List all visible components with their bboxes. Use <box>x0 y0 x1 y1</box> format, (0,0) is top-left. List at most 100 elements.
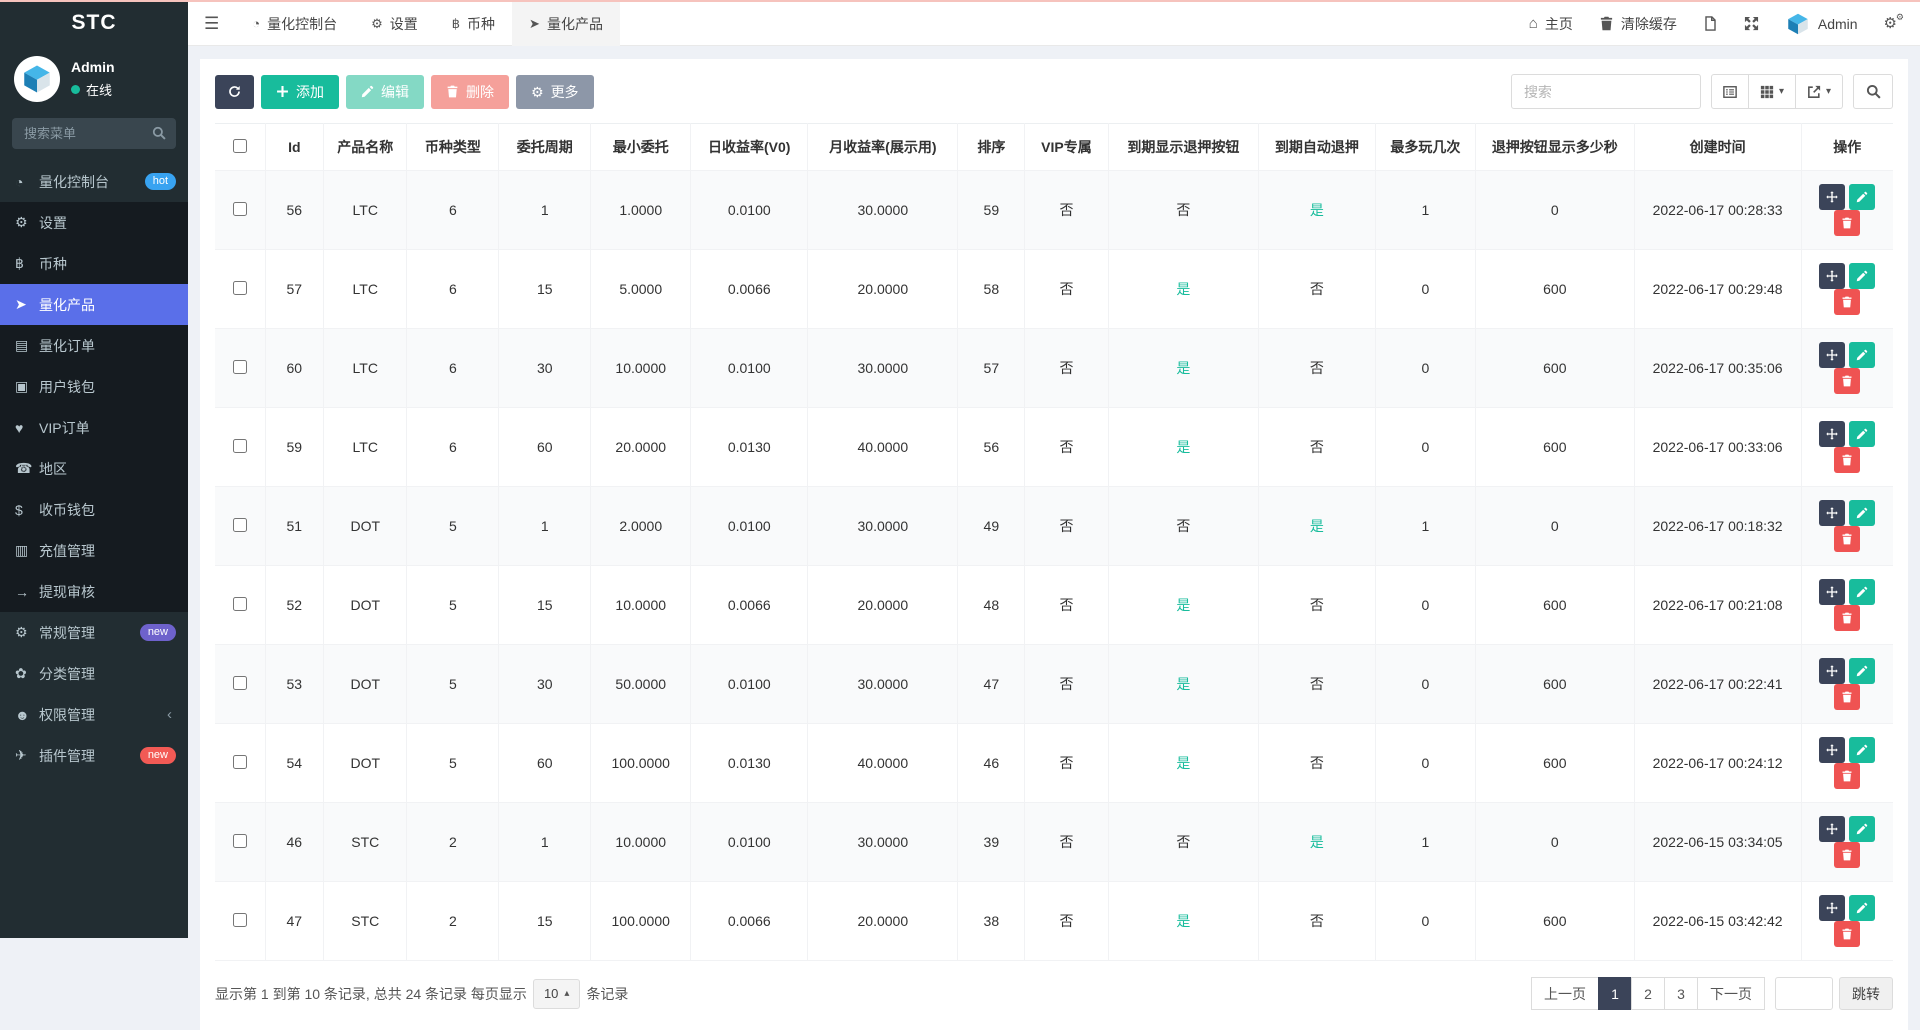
sidebar-item-设置[interactable]: ⚙设置 <box>0 202 188 243</box>
sidebar-item-充值管理[interactable]: ▥充值管理 <box>0 530 188 571</box>
jump-page-input[interactable] <box>1775 977 1833 1010</box>
page-button-3[interactable]: 3 <box>1664 977 1698 1010</box>
row-delete-button[interactable] <box>1834 526 1860 552</box>
sidebar-item-收币钱包[interactable]: $收币钱包 <box>0 489 188 530</box>
row-delete-button[interactable] <box>1834 368 1860 394</box>
toggle-auto_refund[interactable]: 是 <box>1310 202 1324 218</box>
next-page-button[interactable]: 下一页 <box>1697 977 1765 1010</box>
edit-button[interactable]: 编辑 <box>346 75 424 109</box>
tab-币种[interactable]: ฿币种 <box>435 2 512 46</box>
toggle-vip[interactable]: 否 <box>1059 281 1073 297</box>
export-button[interactable]: ▾ <box>1796 74 1843 109</box>
avatar[interactable] <box>14 56 60 102</box>
sidebar-item-常规管理[interactable]: ⚙常规管理new <box>0 612 188 653</box>
column-header-VIP专属[interactable]: VIP专属 <box>1025 124 1108 171</box>
brand-logo[interactable]: STC <box>0 0 188 46</box>
toggle-show_refund_btn[interactable]: 否 <box>1176 518 1190 534</box>
table-search-input[interactable] <box>1511 74 1701 109</box>
docs-button[interactable] <box>1690 2 1731 46</box>
sidebar-item-量化订单[interactable]: ▤量化订单 <box>0 325 188 366</box>
home-link[interactable]: ⌂ 主页 <box>1516 2 1586 46</box>
sidebar-item-用户钱包[interactable]: ▣用户钱包 <box>0 366 188 407</box>
toggle-view-button[interactable] <box>1711 74 1749 109</box>
sidebar-item-量化控制台[interactable]: ◔量化控制台hot <box>0 161 188 202</box>
row-checkbox[interactable] <box>233 360 247 374</box>
toggle-vip[interactable]: 否 <box>1059 834 1073 850</box>
row-checkbox[interactable] <box>233 913 247 927</box>
clear-cache-link[interactable]: 清除缓存 <box>1586 2 1690 46</box>
toggle-auto_refund[interactable]: 否 <box>1310 281 1324 297</box>
row-delete-button[interactable] <box>1834 763 1860 789</box>
drag-move-button[interactable] <box>1819 263 1845 289</box>
toggle-auto_refund[interactable]: 是 <box>1310 518 1324 534</box>
row-edit-button[interactable] <box>1849 421 1875 447</box>
page-size-dropdown[interactable]: 10 ▴ <box>533 979 581 1009</box>
row-edit-button[interactable] <box>1849 263 1875 289</box>
more-button[interactable]: ⚙ 更多 <box>516 75 594 109</box>
column-header-日收益率(V0)[interactable]: 日收益率(V0) <box>691 124 808 171</box>
select-all-checkbox[interactable] <box>233 139 247 153</box>
fullscreen-button[interactable] <box>1731 2 1772 46</box>
toggle-auto_refund[interactable]: 否 <box>1310 755 1324 771</box>
drag-move-button[interactable] <box>1819 816 1845 842</box>
toggle-auto_refund[interactable]: 否 <box>1310 439 1324 455</box>
column-header-最小委托[interactable]: 最小委托 <box>591 124 691 171</box>
sidebar-item-量化产品[interactable]: ➤量化产品 <box>0 284 188 325</box>
page-button-2[interactable]: 2 <box>1631 977 1665 1010</box>
toggle-show_refund_btn[interactable]: 是 <box>1176 439 1190 455</box>
toggle-auto_refund[interactable]: 否 <box>1310 913 1324 929</box>
toggle-show_refund_btn[interactable]: 是 <box>1176 281 1190 297</box>
row-checkbox[interactable] <box>233 439 247 453</box>
row-checkbox[interactable] <box>233 834 247 848</box>
row-delete-button[interactable] <box>1834 447 1860 473</box>
sidebar-item-权限管理[interactable]: ☻权限管理‹ <box>0 694 188 735</box>
column-header-产品名称[interactable]: 产品名称 <box>324 124 407 171</box>
page-button-1[interactable]: 1 <box>1598 977 1632 1010</box>
drag-move-button[interactable] <box>1819 421 1845 447</box>
drag-move-button[interactable] <box>1819 579 1845 605</box>
column-header-月收益率(展示用)[interactable]: 月收益率(展示用) <box>808 124 958 171</box>
column-header-到期显示退押按钮[interactable]: 到期显示退押按钮 <box>1108 124 1258 171</box>
drag-move-button[interactable] <box>1819 737 1845 763</box>
row-delete-button[interactable] <box>1834 684 1860 710</box>
columns-button[interactable]: ▾ <box>1749 74 1796 109</box>
tab-量化控制台[interactable]: ◔量化控制台 <box>235 2 354 46</box>
prev-page-button[interactable]: 上一页 <box>1531 977 1599 1010</box>
drag-move-button[interactable] <box>1819 184 1845 210</box>
toggle-vip[interactable]: 否 <box>1059 202 1073 218</box>
tab-量化产品[interactable]: ➤量化产品 <box>512 2 620 46</box>
toggle-vip[interactable]: 否 <box>1059 676 1073 692</box>
toggle-show_refund_btn[interactable]: 是 <box>1176 360 1190 376</box>
toggle-show_refund_btn[interactable]: 是 <box>1176 597 1190 613</box>
toggle-auto_refund[interactable]: 否 <box>1310 597 1324 613</box>
settings-gears-button[interactable]: ⚙ ⚙ <box>1871 2 1910 46</box>
drag-move-button[interactable] <box>1819 895 1845 921</box>
row-delete-button[interactable] <box>1834 842 1860 868</box>
row-delete-button[interactable] <box>1834 289 1860 315</box>
row-edit-button[interactable] <box>1849 737 1875 763</box>
row-edit-button[interactable] <box>1849 579 1875 605</box>
sidebar-item-分类管理[interactable]: ✿分类管理 <box>0 653 188 694</box>
sidebar-item-地区[interactable]: ☎地区 <box>0 448 188 489</box>
jump-button[interactable]: 跳转 <box>1839 977 1893 1010</box>
row-checkbox[interactable] <box>233 518 247 532</box>
toggle-show_refund_btn[interactable]: 是 <box>1176 913 1190 929</box>
toggle-vip[interactable]: 否 <box>1059 360 1073 376</box>
row-edit-button[interactable] <box>1849 816 1875 842</box>
sidebar-item-币种[interactable]: ฿币种 <box>0 243 188 284</box>
row-checkbox[interactable] <box>233 755 247 769</box>
toggle-show_refund_btn[interactable]: 否 <box>1176 202 1190 218</box>
row-edit-button[interactable] <box>1849 342 1875 368</box>
column-header-排序[interactable]: 排序 <box>958 124 1025 171</box>
column-header-币种类型[interactable]: 币种类型 <box>407 124 499 171</box>
row-edit-button[interactable] <box>1849 184 1875 210</box>
toggle-vip[interactable]: 否 <box>1059 913 1073 929</box>
delete-button[interactable]: 删除 <box>431 75 509 109</box>
sidebar-item-提现审核[interactable]: →提现审核 <box>0 571 188 612</box>
select-all-header[interactable] <box>215 124 265 171</box>
toggle-auto_refund[interactable]: 否 <box>1310 676 1324 692</box>
toggle-show_refund_btn[interactable]: 是 <box>1176 676 1190 692</box>
toggle-vip[interactable]: 否 <box>1059 755 1073 771</box>
column-header-最多玩几次[interactable]: 最多玩几次 <box>1375 124 1475 171</box>
column-header-退押按钮显示多少秒[interactable]: 退押按钮显示多少秒 <box>1476 124 1635 171</box>
